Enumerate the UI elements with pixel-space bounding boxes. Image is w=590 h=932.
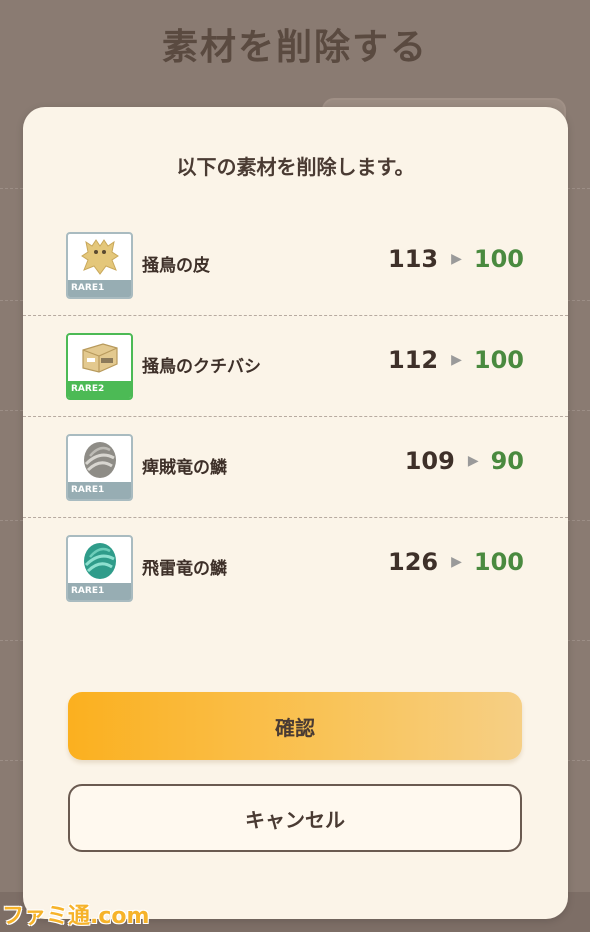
rarity-badge: RARE2: [68, 381, 131, 398]
current-count: 113: [388, 245, 439, 273]
material-thumbnail: RARE1: [66, 232, 133, 299]
new-count: 100: [473, 346, 524, 374]
gray-scale-icon: [83, 442, 116, 478]
arrow-right-icon: ▶: [451, 251, 462, 267]
delete-material-dialog: 以下の素材を削除します。 RARE1 掻鳥の皮 113 ▶ 100 RARE2 …: [23, 107, 568, 919]
rarity-badge: RARE1: [68, 583, 131, 600]
material-name: 掻鳥のクチバシ: [142, 357, 261, 377]
teal-scale-icon: [83, 543, 116, 579]
count-change: 113 ▶ 100: [388, 245, 524, 273]
list-item: RARE1 飛雷竜の鱗 126 ▶ 100: [23, 518, 568, 618]
confirm-button[interactable]: 確認: [68, 692, 522, 760]
list-item: RARE1 掻鳥の皮 113 ▶ 100: [23, 215, 568, 316]
list-item: RARE1 痺賊竜の鱗 109 ▶ 90: [23, 417, 568, 518]
list-item: RARE2 掻鳥のクチバシ 112 ▶ 100: [23, 316, 568, 417]
material-name: 飛雷竜の鱗: [142, 559, 227, 579]
dialog-message: 以下の素材を削除します。: [176, 155, 415, 179]
material-thumbnail: RARE2: [66, 333, 133, 400]
current-count: 109: [404, 447, 455, 475]
arrow-right-icon: ▶: [451, 352, 462, 368]
material-thumbnail: RARE1: [66, 434, 133, 501]
material-list: RARE1 掻鳥の皮 113 ▶ 100 RARE2 掻鳥のクチバシ 112 ▶…: [23, 215, 568, 618]
new-count: 100: [473, 245, 524, 273]
count-change: 112 ▶ 100: [388, 346, 524, 374]
new-count: 100: [473, 548, 524, 576]
rarity-badge: RARE1: [68, 280, 131, 297]
current-count: 112: [388, 346, 439, 374]
cancel-button[interactable]: キャンセル: [68, 784, 522, 852]
hide-material-icon: [80, 239, 119, 275]
watermark-logo: ファミ通.com: [2, 904, 150, 929]
count-change: 126 ▶ 100: [388, 548, 524, 576]
material-name: 痺賊竜の鱗: [142, 458, 227, 478]
current-count: 126: [388, 548, 439, 576]
material-thumbnail: RARE1: [66, 535, 133, 602]
beak-material-icon: [81, 343, 118, 373]
rarity-badge: RARE1: [68, 482, 131, 499]
material-name: 掻鳥の皮: [142, 256, 210, 276]
new-count: 90: [490, 447, 524, 475]
count-change: 109 ▶ 90: [405, 447, 524, 475]
arrow-right-icon: ▶: [467, 453, 479, 469]
background-title: 素材を削除する: [161, 27, 428, 68]
arrow-right-icon: ▶: [451, 554, 462, 570]
